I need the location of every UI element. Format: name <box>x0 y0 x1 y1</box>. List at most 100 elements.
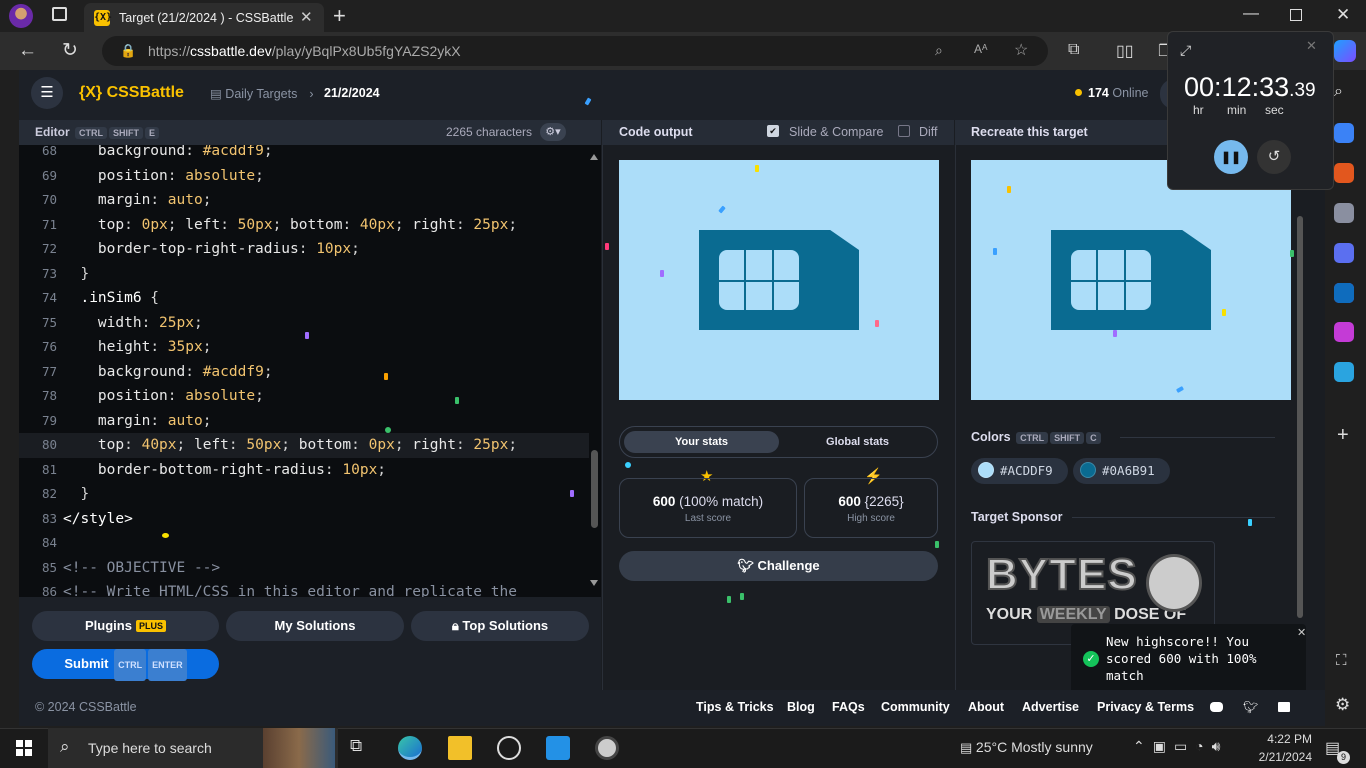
footer-link-faqs[interactable]: FAQs <box>832 700 865 714</box>
top-solutions-button[interactable]: 🔒︎ Top Solutions <box>411 611 589 641</box>
new-tab-button[interactable]: + <box>333 3 346 29</box>
code-line[interactable]: 78 position: absolute; <box>19 384 589 409</box>
extensions-icon[interactable]: ⧉ <box>1068 41 1079 59</box>
code-line[interactable]: 70 margin: auto; <box>19 188 589 213</box>
clock-app-icon[interactable] <box>595 736 619 760</box>
vscode-icon[interactable] <box>546 736 570 760</box>
slide-compare-checkbox[interactable]: ✔ <box>767 125 779 137</box>
code-line[interactable]: 69 position: absolute; <box>19 164 589 189</box>
designer-icon[interactable] <box>1334 322 1354 342</box>
footer-link-community[interactable]: Community <box>881 700 950 714</box>
code-line[interactable]: 83 </style> <box>19 507 589 532</box>
windows-start-icon[interactable] <box>16 740 32 756</box>
color-swatch-dark[interactable]: #0A6B91 <box>1073 458 1170 484</box>
file-explorer-icon[interactable] <box>448 736 472 760</box>
code-line[interactable]: 80 top: 40px; left: 50px; bottom: 0px; r… <box>19 433 589 458</box>
zoom-icon[interactable]: ⌕ <box>935 42 943 59</box>
sidebar-settings-icon[interactable]: ⚙ <box>1335 695 1350 715</box>
code-editor[interactable]: 68 background: #acddf9; 69 position: abso… <box>19 145 601 597</box>
code-line[interactable]: 74 .inSim6 { <box>19 286 589 311</box>
expand-icon[interactable]: ⤢ <box>1180 42 1191 59</box>
tab-global-stats[interactable]: Global stats <box>780 431 935 453</box>
code-line[interactable]: 84 <box>19 531 589 556</box>
submit-button[interactable]: Submit CTRL ENTER <box>32 649 219 681</box>
tab-your-stats[interactable]: Your stats <box>624 431 779 453</box>
code-line[interactable]: 77 background: #acddf9; <box>19 360 589 385</box>
minimize-button[interactable]: — <box>1243 5 1259 23</box>
task-view-icon[interactable]: ⧉ <box>350 736 374 760</box>
pause-button[interactable]: ❚❚ <box>1214 140 1248 174</box>
refresh-icon[interactable]: ↻ <box>62 39 78 62</box>
clock-time[interactable]: 4:22 PM <box>1262 732 1312 746</box>
games-icon[interactable] <box>1334 203 1354 223</box>
footer-link-advertise[interactable]: Advertise <box>1022 700 1079 714</box>
copilot-icon[interactable] <box>1334 40 1356 62</box>
scroll-down-arrow-icon[interactable] <box>590 580 598 586</box>
menu-hamburger-icon[interactable]: ☰ <box>31 77 63 109</box>
high-score-card: 600 {2265} High score <box>804 478 938 538</box>
weather-widget[interactable]: ▤ 25°C Mostly sunny <box>960 739 1093 756</box>
code-line[interactable]: 76 height: 35px; <box>19 335 589 360</box>
footer-link-privacy[interactable]: Privacy & Terms <box>1097 700 1194 714</box>
profile-avatar[interactable] <box>9 4 33 28</box>
taskbar-search-box[interactable]: ⌕ Type here to search <box>48 728 338 768</box>
tab-actions-icon[interactable] <box>52 7 67 21</box>
code-line[interactable]: 75 width: 25px; <box>19 311 589 336</box>
target-scrollbar-thumb[interactable] <box>1297 216 1303 618</box>
timer-close-icon[interactable]: ✕ <box>1306 38 1317 54</box>
target-image[interactable] <box>971 160 1291 400</box>
scroll-up-arrow-icon[interactable] <box>590 154 598 160</box>
send-icon[interactable] <box>1334 362 1354 382</box>
read-aloud-icon[interactable]: Aᴬ <box>974 42 987 56</box>
code-line[interactable]: 85 <!-- OBJECTIVE --> <box>19 556 589 581</box>
back-arrow-icon[interactable]: ← <box>18 40 37 62</box>
my-solutions-button[interactable]: My Solutions <box>226 611 404 641</box>
url-field[interactable]: 🔒 https://cssbattle.dev/play/yBqlPx8Ub5f… <box>102 36 1048 66</box>
reset-button[interactable]: ↺ <box>1257 140 1291 174</box>
split-screen-icon[interactable]: ▯▯ <box>1116 41 1134 61</box>
code-output-canvas[interactable] <box>619 160 939 400</box>
discord-icon[interactable] <box>1210 702 1223 712</box>
add-sidebar-icon[interactable]: + <box>1337 424 1349 447</box>
code-line[interactable]: 72 border-top-right-radius: 10px; <box>19 237 589 262</box>
timer-sec-label: sec <box>1265 103 1284 117</box>
code-line[interactable]: 81 border-bottom-right-radius: 10px; <box>19 458 589 483</box>
sidebar-search-icon[interactable]: ⌕ <box>1334 83 1354 103</box>
breadcrumb-daily-targets[interactable]: ▤ Daily Targets › <box>210 86 314 101</box>
search-icon: ⌕ <box>60 737 70 756</box>
editor-settings-gear-icon[interactable]: ⚙▾ <box>540 123 566 141</box>
code-line[interactable]: 86 <!-- Write HTML/CSS in this editor and… <box>19 580 589 597</box>
shopping-tag-icon[interactable] <box>1334 123 1354 143</box>
code-line[interactable]: 73 } <box>19 262 589 287</box>
tools-briefcase-icon[interactable] <box>1334 163 1354 183</box>
edge-taskbar-icon[interactable] <box>398 736 422 760</box>
code-line[interactable]: 71 top: 0px; left: 50px; bottom: 40px; r… <box>19 213 589 238</box>
footer-link-about[interactable]: About <box>968 700 1004 714</box>
code-line[interactable]: 68 background: #acddf9; <box>19 145 589 164</box>
cssbattle-logo[interactable]: {X} CSSBattle <box>79 84 184 102</box>
color-swatch-light[interactable]: #ACDDF9 <box>971 458 1068 484</box>
favorite-star-icon[interactable]: ☆ <box>1014 40 1028 60</box>
email-icon[interactable] <box>1278 702 1290 712</box>
microsoft-365-icon[interactable] <box>1334 243 1354 263</box>
close-window-button[interactable]: ✕ <box>1336 5 1350 25</box>
code-line[interactable]: 82 } <box>19 482 589 507</box>
footer-link-blog[interactable]: Blog <box>787 700 815 714</box>
challenge-button[interactable]: 🐦︎ Challenge <box>619 551 938 581</box>
outlook-icon[interactable] <box>1334 283 1354 303</box>
twitter-footer-icon[interactable]: 🐦︎ <box>1243 700 1258 714</box>
browser-tab-active[interactable]: {X} Target (21/2/2024 ) - CSSBattle ✕ <box>84 3 324 32</box>
restore-button[interactable] <box>1290 9 1302 21</box>
screenshot-icon[interactable]: ⛶ <box>1336 652 1347 669</box>
diff-checkbox[interactable] <box>898 125 910 137</box>
chatgpt-icon[interactable] <box>497 736 521 760</box>
footer-link-tips[interactable]: Tips & Tricks <box>696 700 774 714</box>
clock-date[interactable]: 2/21/2024 <box>1248 750 1312 764</box>
close-tab-icon[interactable]: ✕ <box>300 8 313 26</box>
toast-close-icon[interactable]: ✕ <box>1297 626 1306 639</box>
code-text: top: 0px; left: 50px; bottom: 40px; righ… <box>97 216 518 233</box>
plugins-button[interactable]: Plugins PLUS <box>32 611 219 641</box>
system-tray-icons[interactable]: ⌃▣▭◔🔊︎ <box>1133 738 1228 755</box>
code-line[interactable]: 79 margin: auto; <box>19 409 589 434</box>
editor-scroll-thumb[interactable] <box>591 450 598 528</box>
